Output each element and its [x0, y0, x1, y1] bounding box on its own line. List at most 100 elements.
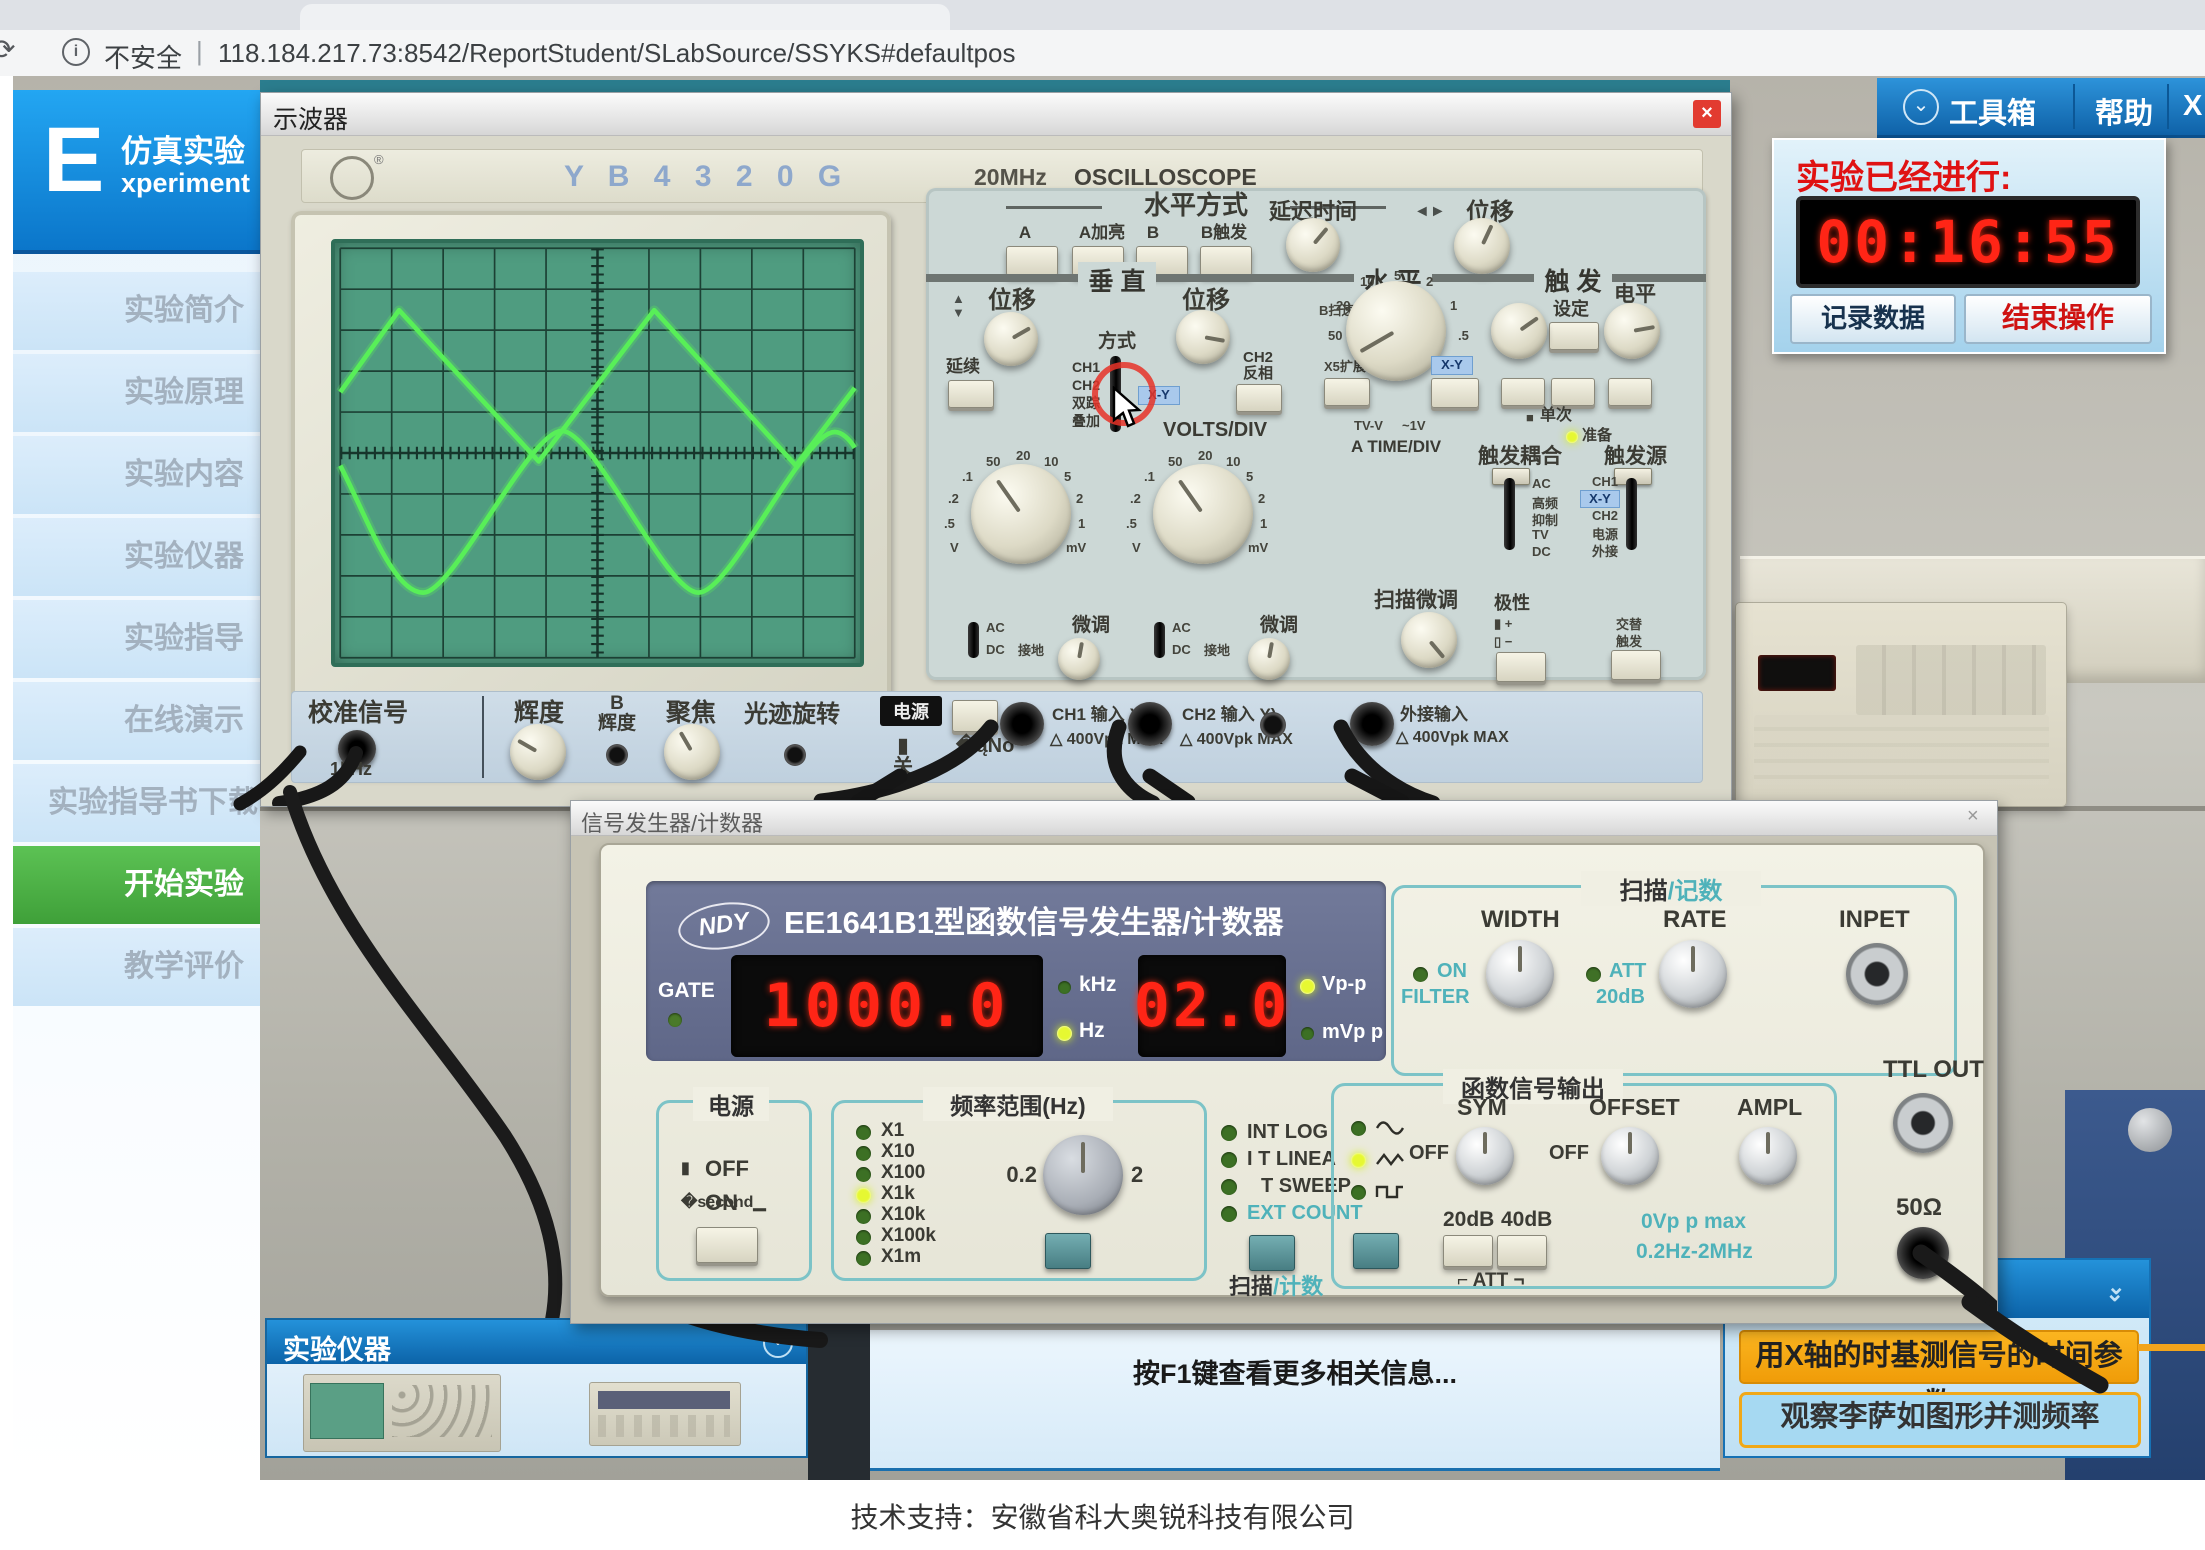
output-note2: 0.2Hz-2MHz — [1636, 1241, 1753, 1263]
scan-count-button[interactable] — [1249, 1235, 1295, 1271]
timer-panel: 实验已经进行: 00:16:55 记录数据 结束操作 — [1772, 138, 2166, 354]
intlog-label: INT LOG — [1247, 1122, 1328, 1143]
page-footer: 技术支持：安徽省科大奥锐科技有限公司 — [0, 1480, 2205, 1550]
range-x100: X100 — [881, 1163, 925, 1183]
range-x100k: X100k — [881, 1226, 936, 1246]
freq-range-button[interactable] — [1045, 1233, 1091, 1269]
ampl-knob[interactable] — [1739, 1127, 1797, 1185]
sym-label: SYM — [1457, 1095, 1507, 1119]
att40-button[interactable] — [1497, 1235, 1547, 1267]
ohm50-label: 50Ω — [1896, 1195, 1942, 1220]
filter-label: FILTER — [1401, 987, 1470, 1008]
footer-text: 技术支持：安徽省科大奥锐科技有限公司 — [0, 1496, 2205, 1536]
generator-titlebar[interactable]: 信号发生器/计数器 × — [571, 801, 1997, 836]
browser-tab[interactable] — [300, 4, 950, 30]
triangle-wave-icon — [1375, 1151, 1405, 1169]
range-x1m-led — [856, 1251, 871, 1266]
app-toolbar: ⌄ 工具箱 帮助 X — [1877, 78, 2205, 138]
scan-count-bottom: 扫描/计数 — [1229, 1275, 1323, 1298]
range-x1k-led — [856, 1188, 871, 1203]
toolbar-divider — [2073, 84, 2075, 129]
att40-label: 40dB — [1501, 1209, 1552, 1231]
ohm50-connector[interactable] — [1897, 1227, 1949, 1279]
att-20db-label: 20dB — [1596, 987, 1645, 1008]
generator-close-button[interactable]: × — [1967, 805, 1979, 828]
square-wave-icon — [1375, 1183, 1405, 1201]
vpp-label: Vp-p — [1322, 973, 1366, 996]
thumb-screen — [310, 1383, 384, 1439]
tsweep-led — [1221, 1179, 1237, 1195]
scan-count-title: 扫描/记数 — [1581, 871, 1761, 906]
intlog-led — [1221, 1125, 1237, 1141]
itlinea-label: I T LINEA — [1247, 1149, 1336, 1170]
offset-knob[interactable] — [1601, 1127, 1659, 1185]
gen-power-title: 电源 — [693, 1087, 769, 1121]
generator-title: 信号发生器/计数器 — [581, 806, 763, 838]
output-note1: 0Vp p max — [1641, 1211, 1746, 1233]
chevron-down-icon[interactable]: ⌄ — [1903, 89, 1939, 125]
security-label: 不安全 — [104, 38, 182, 75]
timer-time: 00:16:55 — [1816, 208, 2119, 276]
dial-max-label: 2 — [1131, 1163, 1143, 1186]
oscilloscope-thumbnail[interactable] — [303, 1374, 501, 1452]
range-x10-led — [856, 1146, 871, 1161]
generator-panel: NDY EE1641B1型函数信号发生器/计数器 GATE 1000.0 kHz… — [599, 843, 1985, 1297]
finish-operation-button[interactable]: 结束操作 — [1964, 294, 2152, 344]
inpet-label: INPET — [1839, 907, 1910, 932]
width-knob[interactable] — [1486, 940, 1554, 1008]
gen-cable-tail — [1960, 1290, 2120, 1400]
hz-led — [1057, 1026, 1072, 1041]
att-led — [1586, 967, 1601, 982]
gate-label: GATE — [658, 979, 715, 1003]
frequency-display: 1000.0 — [731, 955, 1043, 1057]
filter-led — [1413, 967, 1428, 982]
rate-knob[interactable] — [1659, 940, 1727, 1008]
waveform-select-button[interactable] — [1353, 1233, 1399, 1269]
reload-icon[interactable]: ⟳ — [0, 33, 15, 66]
mvpp-label: mVp p — [1322, 1021, 1383, 1044]
url-text[interactable]: 118.184.217.73:8542/ReportStudent/SLabSo… — [218, 38, 1015, 69]
mouse-cursor — [1112, 386, 1146, 432]
gen-power-button[interactable] — [696, 1227, 758, 1263]
range-x1-led — [856, 1125, 871, 1140]
info-icon[interactable]: i — [62, 38, 90, 66]
record-data-button[interactable]: 记录数据 — [1790, 294, 1956, 344]
offset-off-label: OFF — [1549, 1143, 1589, 1164]
ttl-out-connector[interactable] — [1893, 1093, 1953, 1153]
gen-off-symbol: ▮ — [681, 1161, 690, 1178]
range-x10: X10 — [881, 1142, 915, 1162]
amplitude-display: 02.0 — [1138, 955, 1286, 1057]
timer-heading: 实验已经进行: — [1796, 150, 2011, 199]
help-button[interactable]: 帮助 — [2095, 90, 2153, 132]
generator-thumbnail[interactable] — [589, 1382, 741, 1446]
sine-wave-icon — [1375, 1119, 1405, 1137]
inpet-connector[interactable] — [1846, 943, 1908, 1005]
mvpp-led — [1301, 1027, 1314, 1040]
sine-led — [1351, 1121, 1366, 1136]
freq-dial[interactable] — [1043, 1135, 1123, 1215]
generator-window: 信号发生器/计数器 × NDY EE1641B1型函数信号发生器/计数器 GAT… — [570, 800, 1998, 1324]
range-x100k-led — [856, 1230, 871, 1245]
orange-line — [2138, 1344, 2205, 1351]
itlinea-led — [1221, 1152, 1237, 1168]
instruments-panel-title: 实验仪器 — [283, 1328, 391, 1367]
att-bracket-label: ⌐ ATT ¬ — [1457, 1271, 1525, 1291]
thumb-display — [598, 1391, 730, 1409]
sym-knob[interactable] — [1456, 1127, 1514, 1185]
range-x100-led — [856, 1167, 871, 1182]
thumb-controls — [598, 1415, 730, 1437]
freq-range-title: 频率范围(Hz) — [923, 1087, 1113, 1121]
toolbar-divider2 — [2167, 84, 2169, 129]
vpp-led — [1300, 979, 1315, 994]
gate-led — [668, 1013, 682, 1027]
toolbar-close-button[interactable]: X — [2183, 90, 2202, 123]
task-button-lissajous[interactable]: 观察李萨如图形并测频率 — [1739, 1392, 2141, 1448]
gen-model-title: EE1641B1型函数信号发生器/计数器 — [784, 897, 1284, 942]
gen-off-label: OFF — [705, 1157, 749, 1180]
message-text: 按F1键查看更多相关信息... — [870, 1352, 1720, 1391]
timer-display: 00:16:55 — [1796, 196, 2140, 288]
rate-label: RATE — [1663, 907, 1727, 932]
toolbox-button[interactable]: 工具箱 — [1949, 90, 2036, 132]
att20-button[interactable] — [1443, 1235, 1493, 1267]
width-label: WIDTH — [1481, 907, 1560, 932]
